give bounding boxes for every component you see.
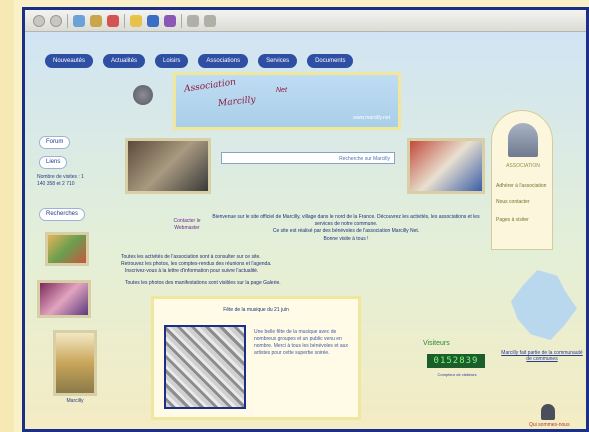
sidebar-photo-2[interactable]	[37, 280, 91, 318]
right-banner-photo[interactable]	[407, 138, 485, 194]
news-card[interactable]: Fête de la musique du 21 juin Une belle …	[151, 296, 361, 420]
sidebar-photo-caption: Marcilly	[66, 398, 84, 404]
counter-label: Visiteurs	[423, 340, 450, 347]
mail-icon[interactable]	[147, 14, 159, 27]
intro-line-2: Ce site est réalisé par des bénévoles de…	[272, 228, 420, 234]
association-link-1[interactable]: Adhérer à l'association	[496, 183, 550, 189]
webmaster-link[interactable]: Contacter le Webmaster	[165, 218, 209, 232]
visit-info: Nombre de visites : 1 140 358 et 2 710	[37, 174, 84, 187]
stop-icon[interactable]	[107, 14, 119, 27]
sidebar-photo-1[interactable]	[45, 232, 89, 266]
toolbar-separator	[124, 13, 125, 28]
home-icon[interactable]	[73, 14, 85, 27]
association-panel: ASSOCIATION Adhérer à l'association Nous…	[491, 110, 553, 250]
banner-line2: Marcilly	[217, 95, 257, 109]
logo-icon[interactable]	[133, 85, 153, 105]
banner-line3: Net	[276, 87, 287, 94]
nav-item-documents[interactable]: Documents	[307, 54, 354, 68]
sidebar-photo-3[interactable]	[53, 330, 97, 396]
nav-item-events[interactable]: Actualités	[103, 54, 146, 68]
building-icon	[508, 123, 538, 157]
toolbar-separator	[181, 13, 182, 28]
association-label: ASSOCIATION	[506, 163, 540, 169]
nav-item-news[interactable]: Nouveautés	[45, 54, 94, 68]
nav-item-leisure[interactable]: Loisirs	[155, 54, 189, 68]
browser-window: Nouveautés Actualités Loisirs Associatio…	[22, 7, 589, 432]
print-icon[interactable]	[164, 14, 176, 27]
news-body: Une belle fête de la musique avec de nom…	[254, 329, 348, 356]
para-line-1: Toutes les activités de l'association so…	[121, 254, 261, 260]
region-map[interactable]	[511, 270, 577, 340]
news-title: Fête de la musique du 21 juin	[223, 307, 289, 313]
association-link-2[interactable]: Nous contacter	[496, 199, 550, 205]
folder-icon[interactable]	[90, 14, 102, 27]
para-line-3: Inscrivez-vous à la lettre d'information…	[125, 268, 259, 274]
intro-line-3: Bonne visite à tous !	[323, 236, 369, 242]
nav-item-services[interactable]: Services	[258, 54, 298, 68]
banner-url: www.marcilly.net	[353, 115, 390, 121]
links-button[interactable]: Liens	[39, 156, 68, 169]
counter-caption: Compteur de visiteurs	[437, 372, 477, 377]
association-link-3[interactable]: Pages à visiter	[496, 217, 550, 223]
para-line-4: Toutes les photos des manifestations son…	[125, 280, 281, 286]
para-line-2: Retrouvez les photos, les comptes-rendus…	[121, 261, 272, 267]
nav-item-associations[interactable]: Associations	[198, 54, 249, 68]
left-banner-photo[interactable]	[125, 138, 211, 194]
toolbar-separator	[67, 13, 68, 28]
forward-icon[interactable]	[50, 14, 62, 27]
search-input[interactable]: Recherche sur Marcilly	[221, 152, 395, 164]
forum-button[interactable]: Forum	[39, 136, 71, 149]
contact-icon[interactable]	[541, 404, 555, 420]
star-icon[interactable]	[130, 14, 142, 27]
main-nav: Nouveautés Actualités Loisirs Associatio…	[45, 54, 354, 68]
toolbar	[25, 10, 586, 32]
banner-line1: Association	[183, 77, 237, 95]
settings-icon[interactable]	[204, 14, 216, 27]
back-icon[interactable]	[33, 14, 45, 27]
map-link[interactable]: Marcilly fait partie de la communauté de…	[501, 350, 583, 362]
site-banner: Association Marcilly Net www.marcilly.ne…	[173, 72, 401, 130]
search-button[interactable]: Recherches	[39, 208, 86, 221]
about-link[interactable]: Qui sommes-nous	[529, 422, 570, 428]
visit-counter: 0152839	[427, 354, 485, 368]
edit-icon[interactable]	[187, 14, 199, 27]
news-photo[interactable]	[164, 325, 246, 409]
intro-text: Bienvenue sur le site officiel de Marcil…	[212, 214, 480, 227]
